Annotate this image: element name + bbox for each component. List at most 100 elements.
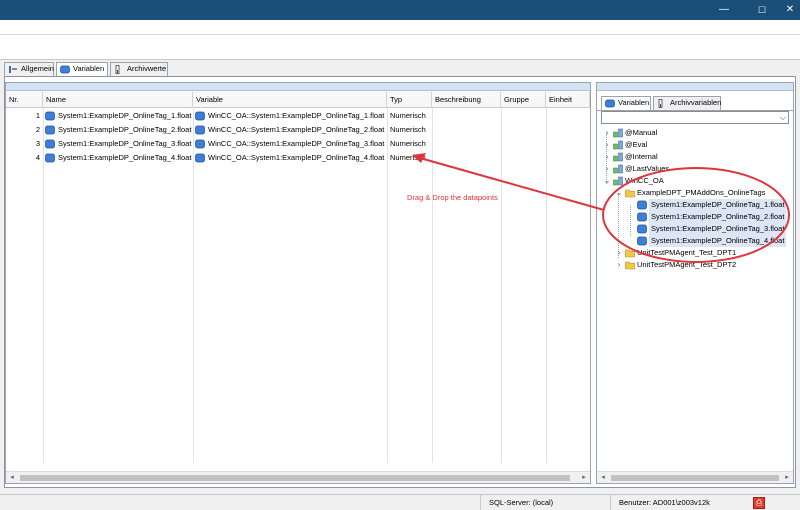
cell-variable: WinCC_OA::System1:ExampleDP_OnlineTag_3.… [208, 139, 385, 148]
tree-node-label: System1:ExampleDP_OnlineTag_3.float [649, 223, 787, 235]
datapoint-icon [45, 111, 55, 121]
collapse-icon[interactable]: ⌄ [615, 187, 623, 199]
status-user: Benutzer: AD001\z003v12k [610, 495, 750, 510]
table-row[interactable]: 3 System1:ExampleDP_OnlineTag_3.float Wi… [6, 137, 590, 151]
system-icon [613, 176, 623, 186]
cell-nr: 3 [35, 139, 40, 148]
tab-label: Allgemein [21, 64, 54, 73]
cell-typ: Numerisch [390, 139, 426, 148]
datapoint-icon [195, 125, 205, 135]
panel-caption-bar [597, 83, 793, 91]
datapoint-icon [195, 153, 205, 163]
cell-variable: WinCC_OA::System1:ExampleDP_OnlineTag_2.… [208, 125, 385, 134]
cell-typ: Numerisch [390, 153, 426, 162]
tab-archivwerte[interactable]: Archivwerte [110, 62, 168, 76]
datapoint-icon [637, 212, 647, 222]
grid-body: 1 System1:ExampleDP_OnlineTag_1.float Wi… [6, 108, 590, 463]
column-header-einheit[interactable]: Einheit [546, 92, 590, 108]
column-header-variable[interactable]: Variable [193, 92, 387, 108]
toolbar-area [0, 20, 800, 60]
tree-node-label: System1:ExampleDP_OnlineTag_4.float [649, 235, 787, 247]
close-button[interactable]: ✕ [771, 0, 800, 20]
tree-node-label: @Eval [625, 140, 648, 149]
tree-node-label: UnitTestPMAgent_Test_DPT1 [637, 248, 737, 257]
tree-node-label: System1:ExampleDP_OnlineTag_1.float [649, 199, 787, 211]
datapoint-icon [45, 153, 55, 163]
tool-icon [9, 66, 17, 73]
scrollbar-thumb[interactable] [20, 475, 570, 481]
scroll-left-icon[interactable]: ◂ [598, 473, 608, 483]
grid-caption-bar [6, 83, 590, 91]
column-divider [590, 108, 591, 463]
column-header-beschreibung[interactable]: Beschreibung [432, 92, 501, 108]
cell-nr: 2 [35, 125, 40, 134]
table-row[interactable]: 1 System1:ExampleDP_OnlineTag_1.float Wi… [6, 109, 590, 123]
table-row[interactable]: 4 System1:ExampleDP_OnlineTag_4.float Wi… [6, 151, 590, 165]
scroll-left-icon[interactable]: ◂ [7, 473, 17, 483]
grid-horizontal-scrollbar[interactable]: ◂ ▸ [6, 471, 590, 483]
tree-node-label: @LastValues [625, 164, 670, 173]
tab-label: Variablen [73, 64, 105, 73]
tab-label: Archivvariablen [670, 98, 722, 107]
cell-name: System1:ExampleDP_OnlineTag_2.float [58, 125, 192, 134]
collapse-icon[interactable]: ⌄ [603, 175, 611, 187]
folder-icon [625, 261, 635, 270]
tree-node-label: @Internal [625, 152, 658, 161]
scroll-right-icon[interactable]: ▸ [579, 473, 589, 483]
cell-variable: WinCC_OA::System1:ExampleDP_OnlineTag_1.… [208, 111, 385, 120]
datapoint-icon [637, 200, 647, 210]
tab-variablen[interactable]: Variablen [56, 62, 108, 77]
chevron-down-icon[interactable]: ⌵ [780, 113, 786, 123]
variables-grid[interactable]: Nr. Name Variable Typ Beschreibung Grupp… [5, 82, 591, 484]
system-icon [613, 152, 623, 162]
status-server: SQL-Server: (local) [480, 495, 610, 510]
tab-label: Archivwerte [127, 64, 167, 73]
datapoint-icon [195, 111, 205, 121]
variable-tree[interactable]: › @Manual › @Eval › @Internal › @LastVal… [597, 127, 793, 467]
cell-typ: Numerisch [390, 111, 426, 120]
datapoint-icon [195, 139, 205, 149]
tab-allgemein[interactable]: Allgemein [4, 62, 54, 76]
expand-icon[interactable]: › [603, 151, 611, 163]
cell-typ: Numerisch [390, 125, 426, 134]
tree-node-label: ExampleDPT_PMAddOns_OnlineTags [637, 188, 766, 197]
status-bar: SQL-Server: (local) Benutzer: AD001\z003… [0, 494, 800, 510]
expand-icon[interactable]: › [615, 247, 623, 259]
table-row[interactable]: 2 System1:ExampleDP_OnlineTag_2.float Wi… [6, 123, 590, 137]
scroll-right-icon[interactable]: ▸ [782, 473, 792, 483]
column-header-name[interactable]: Name [43, 92, 193, 108]
datapoint-icon [637, 224, 647, 234]
system-icon [613, 140, 623, 150]
datapoint-icon [45, 139, 55, 149]
drag-drop-annotation: Drag & Drop the datapoints [407, 193, 498, 202]
scrollbar-thumb[interactable] [611, 475, 779, 481]
toolbar-divider [0, 34, 800, 35]
expand-icon[interactable]: › [603, 163, 611, 175]
cell-name: System1:ExampleDP_OnlineTag_3.float [58, 139, 192, 148]
tree-node-label: System1:ExampleDP_OnlineTag_2.float [649, 211, 787, 223]
expand-icon[interactable]: › [615, 259, 623, 271]
expand-icon[interactable]: › [603, 127, 611, 139]
grid-header: Nr. Name Variable Typ Beschreibung Grupp… [6, 92, 590, 108]
column-header-gruppe[interactable]: Gruppe [501, 92, 546, 108]
tree-horizontal-scrollbar[interactable]: ◂ ▸ [597, 471, 793, 483]
cell-nr: 4 [35, 153, 40, 162]
cell-variable: WinCC_OA::System1:ExampleDP_OnlineTag_4.… [208, 153, 385, 162]
system-icon [613, 164, 623, 174]
column-header-nr[interactable]: Nr. [6, 92, 43, 108]
tab-archivvariablen[interactable]: Archivvariablen [653, 96, 721, 110]
minimize-button[interactable]: — [705, 0, 743, 20]
system-filter-combo[interactable]: ⌵ [601, 111, 789, 124]
database-icon [605, 99, 615, 108]
column-header-typ[interactable]: Typ [387, 92, 432, 108]
cell-name: System1:ExampleDP_OnlineTag_1.float [58, 111, 192, 120]
tree-node-label: WinCC_OA [625, 176, 664, 185]
database-icon [60, 65, 70, 74]
pdf-icon[interactable]: ⎙ [753, 497, 765, 509]
tab-variablen-browser[interactable]: Variablen [601, 96, 651, 111]
expand-icon[interactable]: › [603, 139, 611, 151]
cell-nr: 1 [35, 111, 40, 120]
archive-icon [115, 65, 120, 74]
title-bar: — ☐ ✕ [0, 0, 800, 20]
tree-guide-line [630, 205, 631, 237]
